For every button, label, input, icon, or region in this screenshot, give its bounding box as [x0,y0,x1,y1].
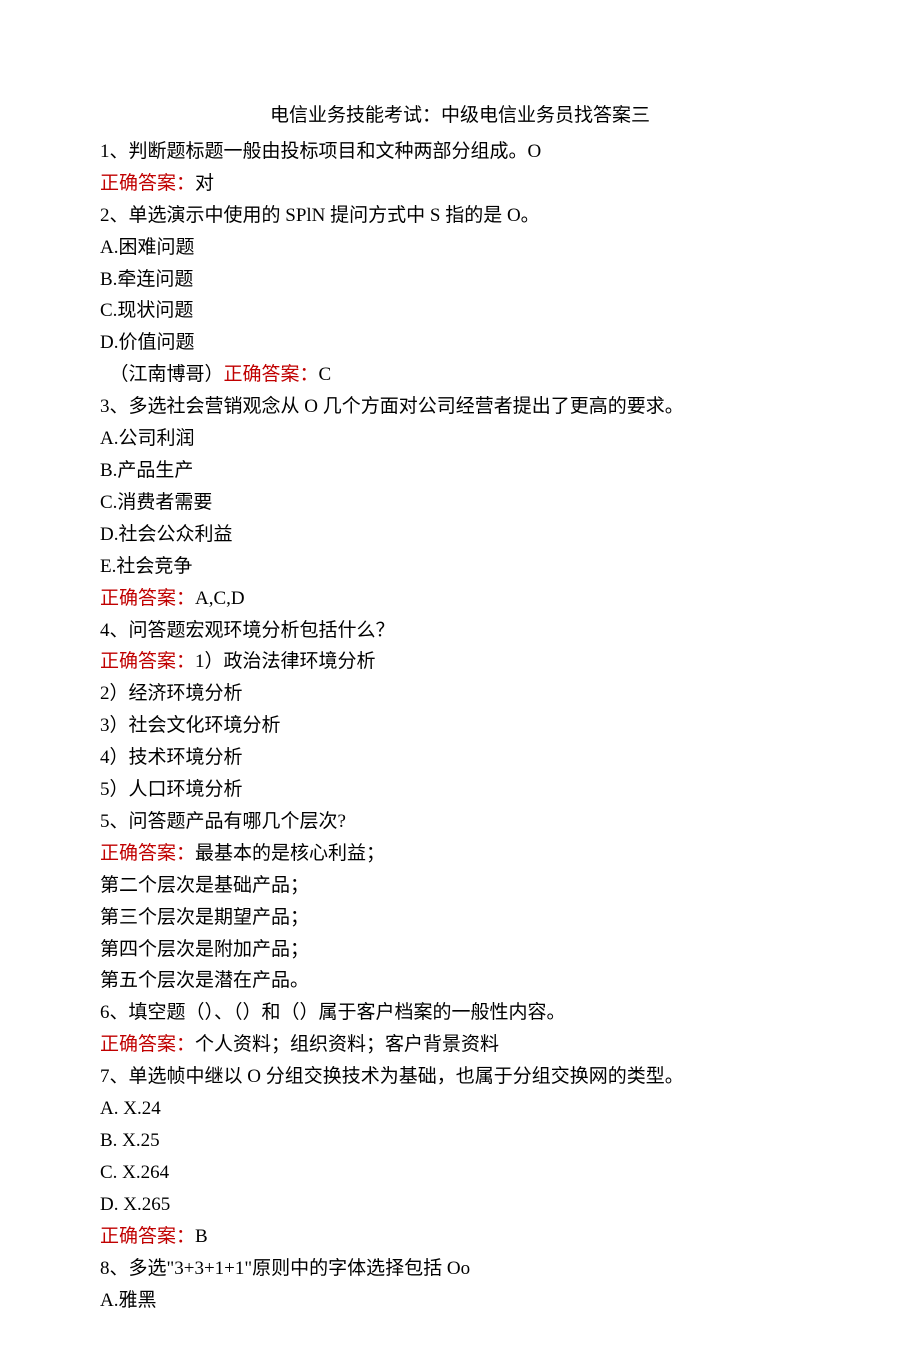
q3-answer: 正确答案：A,C,D [100,583,820,615]
q5-answer: 正确答案：最基本的是核心利益； [100,838,820,870]
answer-label: 正确答案： [100,1034,195,1055]
q4-line3: 3）社会文化环境分析 [100,710,820,742]
answer-value: B [195,1226,208,1247]
q7-opt-d: D. X.265 [100,1189,820,1221]
q2-opt-c: C.现状问题 [100,295,820,327]
q8-opt-a: A.雅黑 [100,1285,820,1317]
answer-label: 正确答案： [100,588,195,609]
answer-label: 正确答案： [224,364,319,385]
answer-value: 1）政治法律环境分析 [195,651,376,672]
q7-opt-c: C. X.264 [100,1157,820,1189]
q1-text: 1、判断题标题一般由投标项目和文种两部分组成。O [100,136,820,168]
q3-text: 3、多选社会营销观念从 O 几个方面对公司经营者提出了更高的要求。 [100,391,820,423]
q5-text: 5、问答题产品有哪几个层次? [100,806,820,838]
q4-line2: 2）经济环境分析 [100,678,820,710]
answer-label: 正确答案： [100,173,195,194]
answer-value: 对 [195,173,214,194]
answer-label: 正确答案： [100,651,195,672]
q4-text: 4、问答题宏观环境分析包括什么？ [100,615,820,647]
q5-line5: 第五个层次是潜在产品。 [100,965,820,997]
answer-value: C [319,364,332,385]
q5-line3: 第三个层次是期望产品； [100,902,820,934]
answer-label: 正确答案： [100,1226,195,1247]
answer-value: 最基本的是核心利益； [195,843,385,864]
q8-text: 8、多选"3+3+1+1"原则中的字体选择包括 Oo [100,1253,820,1285]
q5-line4: 第四个层次是附加产品； [100,934,820,966]
q7-opt-a: A. X.24 [100,1093,820,1125]
document-title: 电信业务技能考试：中级电信业务员找答案三 [100,100,820,132]
q3-opt-d: D.社会公众利益 [100,519,820,551]
q7-answer: 正确答案：B [100,1221,820,1253]
q7-opt-b: B. X.25 [100,1125,820,1157]
q6-answer: 正确答案：个人资料；组织资料；客户背景资料 [100,1029,820,1061]
q7-text: 7、单选帧中继以 O 分组交换技术为基础，也属于分组交换网的类型。 [100,1061,820,1093]
q3-opt-a: A.公司利润 [100,423,820,455]
q1-answer: 正确答案：对 [100,168,820,200]
answer-value: A,C,D [195,588,245,609]
q5-line2: 第二个层次是基础产品； [100,870,820,902]
q3-opt-e: E.社会竞争 [100,551,820,583]
q3-opt-c: C.消费者需要 [100,487,820,519]
q4-line5: 5）人口环境分析 [100,774,820,806]
answer-value: 个人资料；组织资料；客户背景资料 [195,1034,499,1055]
q2-source: （江南博哥） [100,364,224,385]
q2-opt-b: B.牵连问题 [100,264,820,296]
q4-line4: 4）技术环境分析 [100,742,820,774]
q2-text: 2、单选演示中使用的 SPlN 提问方式中 S 指的是 O。 [100,200,820,232]
answer-label: 正确答案： [100,843,195,864]
q4-answer: 正确答案：1）政治法律环境分析 [100,646,820,678]
q2-opt-a: A.困难问题 [100,232,820,264]
q3-opt-b: B.产品生产 [100,455,820,487]
q2-opt-d: D.价值问题 [100,327,820,359]
q6-text: 6、填空题（）、（）和（）属于客户档案的一般性内容。 [100,997,820,1029]
q2-answer: （江南博哥）正确答案：C [100,359,820,391]
